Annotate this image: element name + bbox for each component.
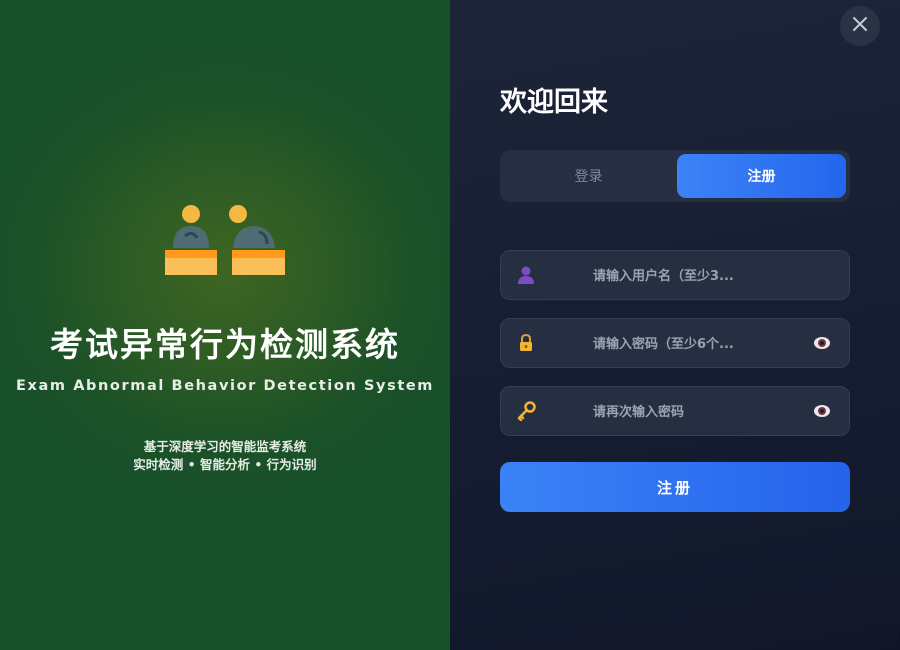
register-button[interactable]: 注册 (500, 462, 850, 512)
eye-icon[interactable] (813, 403, 831, 419)
close-icon (852, 16, 868, 36)
lock-icon (516, 333, 536, 353)
close-button[interactable] (840, 6, 880, 46)
username-input[interactable] (591, 251, 805, 301)
brand-panel: 考试异常行为检测系统 Exam Abnormal Behavior Detect… (0, 0, 450, 650)
password-field (500, 318, 850, 369)
tab-register[interactable]: 注册 (677, 154, 846, 198)
app-title: 考试异常行为检测系统 (50, 325, 400, 364)
user-icon (516, 265, 536, 285)
eye-icon[interactable] (813, 335, 831, 351)
exam-proctoring-icon (163, 204, 287, 278)
tab-login[interactable]: 登录 (504, 154, 673, 198)
app-features: 实时检测 • 智能分析 • 行为识别 (133, 457, 317, 472)
auth-tabs: 登录 注册 (500, 150, 850, 202)
app-subtitle: Exam Abnormal Behavior Detection System (16, 378, 434, 394)
form-panel: 欢迎回来 登录 注册 请输入用户名（至少3... 注册 (450, 0, 900, 650)
confirm-password-input[interactable] (591, 387, 805, 437)
welcome-heading: 欢迎回来 (500, 87, 608, 118)
key-icon (516, 401, 536, 421)
app-description: 基于深度学习的智能监考系统 (143, 439, 307, 454)
password-input[interactable] (591, 319, 805, 369)
auth-window: 考试异常行为检测系统 Exam Abnormal Behavior Detect… (0, 0, 900, 650)
username-field (500, 250, 850, 301)
confirm-password-field (500, 386, 850, 437)
